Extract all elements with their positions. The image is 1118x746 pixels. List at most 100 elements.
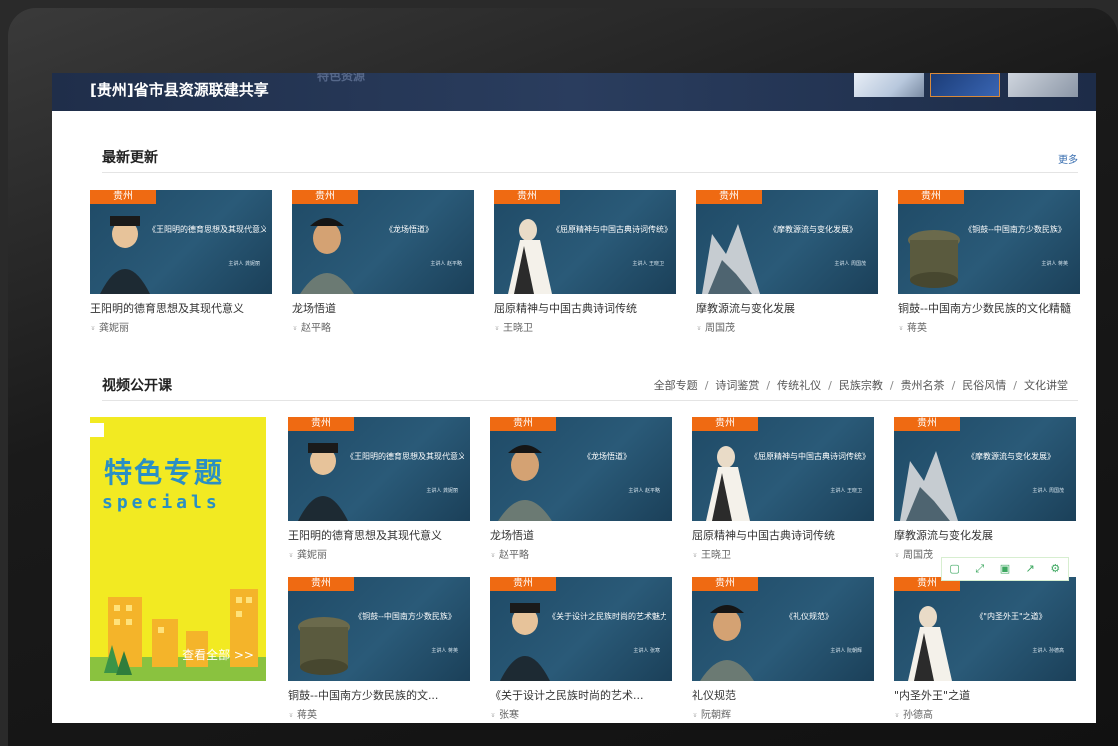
course-cover[interactable]: 贵州 《铜鼓--中国南方少数民族》 主讲人 蒋英 <box>288 577 470 681</box>
course-author: ⍤ 孙德高 <box>894 706 1076 721</box>
region-tag: 贵州 <box>490 417 556 431</box>
course-cover[interactable]: 贵州 《屈原精神与中国古典诗词传统》 主讲人 王晓卫 <box>692 417 874 521</box>
user-icon: ⍤ <box>898 323 904 334</box>
author-name: 王晓卫 <box>701 550 731 561</box>
course-cover[interactable]: 贵州 《龙场悟道》 主讲人 赵平略 <box>490 417 672 521</box>
cover-speaker: 主讲人 龚妮丽 <box>426 488 458 494</box>
more-link[interactable]: 更多 <box>1058 151 1078 166</box>
course-cover[interactable]: 贵州 《龙场悟道》 主讲人 赵平略 <box>292 190 474 294</box>
course-cover[interactable]: 贵州 《摩教源流与变化发展》 主讲人 周国茂 <box>894 417 1076 521</box>
course-title[interactable]: 屈原精神与中国古典诗词传统 <box>494 300 676 317</box>
course-title[interactable]: 龙场悟道 <box>292 300 474 317</box>
course-cover-illustration <box>702 224 760 294</box>
device-frame: 特色资源 [贵州]省市县资源联建共享 最新更新 更多 贵州 《王阳明的德育思想及其… <box>8 8 1118 746</box>
share-icon[interactable]: ↗ <box>1023 562 1037 576</box>
video-section-header: 视频公开课 全部专题 / 诗词鉴赏 / 传统礼仪 / 民族宗教 / 贵州名茶 / 民俗风情 / 文化讲堂 <box>102 375 1078 401</box>
course-cover-illustration <box>100 216 150 294</box>
course-cover-illustration <box>298 443 348 521</box>
course-card[interactable]: 贵州 《王阳明的德育思想及其现代意义》 主讲人 龚妮丽王阳明的德育思想及其现代意义 ⍤… <box>288 417 470 561</box>
course-cover[interactable]: 贵州 《王阳明的德育思想及其现代意义》 主讲人 龚妮丽 <box>90 190 272 294</box>
course-author: ⍤ 龚妮丽 <box>288 546 470 561</box>
course-card[interactable]: 贵州 《铜鼓--中国南方少数民族》 主讲人 蒋英 铜鼓--中国南方少数民族的文... ⍤… <box>288 577 470 721</box>
author-name: 周国茂 <box>903 550 933 561</box>
course-card[interactable]: 贵州 《龙场悟道》 主讲人 赵平略 龙场悟道 ⍤ 赵平略 <box>292 190 474 334</box>
view-all-link[interactable]: 查看全部 >> <box>182 646 254 663</box>
region-tag: 贵州 <box>894 417 960 431</box>
save-icon[interactable]: ▣ <box>998 562 1012 576</box>
course-title[interactable]: 王阳明的德育思想及其现代意义 <box>90 300 272 317</box>
course-card[interactable]: 贵州 《屈原精神与中国古典诗词传统》 主讲人 王晓卫 屈原精神与中国古典诗词传统 ⍤ 王晓… <box>494 190 676 334</box>
cover-speaker: 主讲人 张寒 <box>633 648 660 654</box>
course-title[interactable]: 摩教源流与变化发展 <box>696 300 878 317</box>
course-title[interactable]: 铜鼓--中国南方少数民族的文... <box>288 687 470 704</box>
cover-speaker: 主讲人 龚妮丽 <box>228 261 260 267</box>
course-title[interactable]: 屈原精神与中国古典诗词传统 <box>692 527 874 544</box>
course-cover[interactable]: 贵州 《"内圣外王"之道》 主讲人 孙德高 <box>894 577 1076 681</box>
course-title[interactable]: 礼仪规范 <box>692 687 874 704</box>
cover-speaker: 主讲人 阮朝辉 <box>830 648 862 654</box>
category-nav: 全部专题 / 诗词鉴赏 / 传统礼仪 / 民族宗教 / 贵州名茶 / 民俗风情 / 文化讲堂 <box>654 377 1068 393</box>
cover-speaker: 主讲人 王晓卫 <box>632 261 664 267</box>
banner-thumbnail[interactable] <box>854 73 924 97</box>
course-title[interactable]: 铜鼓--中国南方少数民族的文化精髓 <box>898 300 1080 317</box>
region-tag: 贵州 <box>288 577 354 591</box>
category-link[interactable]: 民族宗教 <box>839 379 883 392</box>
course-title[interactable]: "内圣外王"之道 <box>894 687 1076 704</box>
course-card[interactable]: 贵州 《"内圣外王"之道》 主讲人 孙德高 "内圣外王"之道 ⍤ 孙德高 <box>894 577 1076 721</box>
category-link[interactable]: 传统礼仪 <box>777 379 821 392</box>
course-cover-illustration <box>500 603 550 681</box>
course-card[interactable]: 贵州 《王阳明的德育思想及其现代意义》 主讲人 龚妮丽王阳明的德育思想及其现代意义 ⍤… <box>90 190 272 334</box>
cover-title: 《摩教源流与变化发展》 <box>769 225 857 234</box>
region-tag: 贵州 <box>898 190 964 204</box>
course-cover[interactable]: 贵州 《王阳明的德育思想及其现代意义》 主讲人 龚妮丽 <box>288 417 470 521</box>
course-card[interactable]: 贵州 《摩教源流与变化发展》 主讲人 周国茂 摩教源流与变化发展 ⍤ 周国茂 <box>894 417 1076 561</box>
category-link[interactable]: 贵州名茶 <box>901 379 945 392</box>
region-tag: 贵州 <box>288 417 354 431</box>
course-title[interactable]: 龙场悟道 <box>490 527 672 544</box>
course-cover-illustration <box>498 445 552 521</box>
course-card[interactable]: 贵州 《礼仪规范》 主讲人 阮朝辉 礼仪规范 ⍤ 阮朝辉 <box>692 577 874 721</box>
author-name: 蒋英 <box>297 710 317 721</box>
specials-promo[interactable]: 特色专题 specials 查看全部 >> <box>90 417 266 681</box>
course-card[interactable]: 贵州 《摩教源流与变化发展》 主讲人 周国茂 摩教源流与变化发展 ⍤ 周国茂 <box>696 190 878 334</box>
category-separator: / <box>951 379 956 392</box>
course-title[interactable]: 王阳明的德育思想及其现代意义 <box>288 527 470 544</box>
banner-thumbnail[interactable] <box>930 73 1000 97</box>
page-screen: 特色资源 [贵州]省市县资源联建共享 最新更新 更多 贵州 《王阳明的德育思想及其… <box>52 73 1096 723</box>
category-link[interactable]: 诗词鉴赏 <box>715 379 759 392</box>
frame-icon[interactable]: ▢ <box>948 562 962 576</box>
course-author: ⍤ 王晓卫 <box>692 546 874 561</box>
expand-icon[interactable]: ⤢ <box>973 562 987 576</box>
course-card[interactable]: 贵州 《龙场悟道》 主讲人 赵平略龙场悟道 ⍤ 赵平略 <box>490 417 672 561</box>
author-name: 赵平略 <box>499 550 529 561</box>
course-cover[interactable]: 贵州 《摩教源流与变化发展》 主讲人 周国茂 <box>696 190 878 294</box>
course-title[interactable]: 摩教源流与变化发展 <box>894 527 1076 544</box>
category-separator: / <box>889 379 894 392</box>
region-tag: 贵州 <box>494 190 560 204</box>
course-author: ⍤ 赵平略 <box>490 546 672 561</box>
course-cover-illustration <box>700 605 754 681</box>
cover-speaker: 主讲人 赵平略 <box>430 261 462 267</box>
settings-icon[interactable]: ⚙ <box>1048 562 1062 576</box>
course-author: ⍤ 张寒 <box>490 706 672 721</box>
course-card[interactable]: 贵州 《关于设计之民族时尚的艺术魅力》 主讲人 张寒《关于设计之民族时尚的艺术...… <box>490 577 672 721</box>
course-title[interactable]: 《关于设计之民族时尚的艺术... <box>490 687 672 704</box>
category-link[interactable]: 文化讲堂 <box>1024 379 1068 392</box>
region-tag: 贵州 <box>696 190 762 204</box>
course-cover[interactable]: 贵州 《铜鼓--中国南方少数民族》 主讲人 蒋英 <box>898 190 1080 294</box>
author-name: 张寒 <box>499 710 519 721</box>
course-cover[interactable]: 贵州 《屈原精神与中国古典诗词传统》 主讲人 王晓卫 <box>494 190 676 294</box>
category-link[interactable]: 民俗风情 <box>962 379 1006 392</box>
cover-speaker: 主讲人 周国茂 <box>1032 488 1064 494</box>
course-cover[interactable]: 贵州 《礼仪规范》 主讲人 阮朝辉 <box>692 577 874 681</box>
banner-thumbnail[interactable] <box>1008 73 1078 97</box>
course-card[interactable]: 贵州 《屈原精神与中国古典诗词传统》 主讲人 王晓卫屈原精神与中国古典诗词传统 ⍤ 王晓… <box>692 417 874 561</box>
category-link[interactable]: 全部专题 <box>654 379 698 392</box>
user-icon: ⍤ <box>490 710 496 721</box>
banner-title: [贵州]省市县资源联建共享 <box>90 81 269 99</box>
course-card[interactable]: 贵州 《铜鼓--中国南方少数民族》 主讲人 蒋英铜鼓--中国南方少数民族的文化精髓 ⍤… <box>898 190 1080 334</box>
user-icon: ⍤ <box>490 550 496 561</box>
cover-speaker: 主讲人 赵平略 <box>628 488 660 494</box>
course-cover[interactable]: 贵州 《关于设计之民族时尚的艺术魅力》 主讲人 张寒 <box>490 577 672 681</box>
user-icon: ⍤ <box>90 323 96 334</box>
